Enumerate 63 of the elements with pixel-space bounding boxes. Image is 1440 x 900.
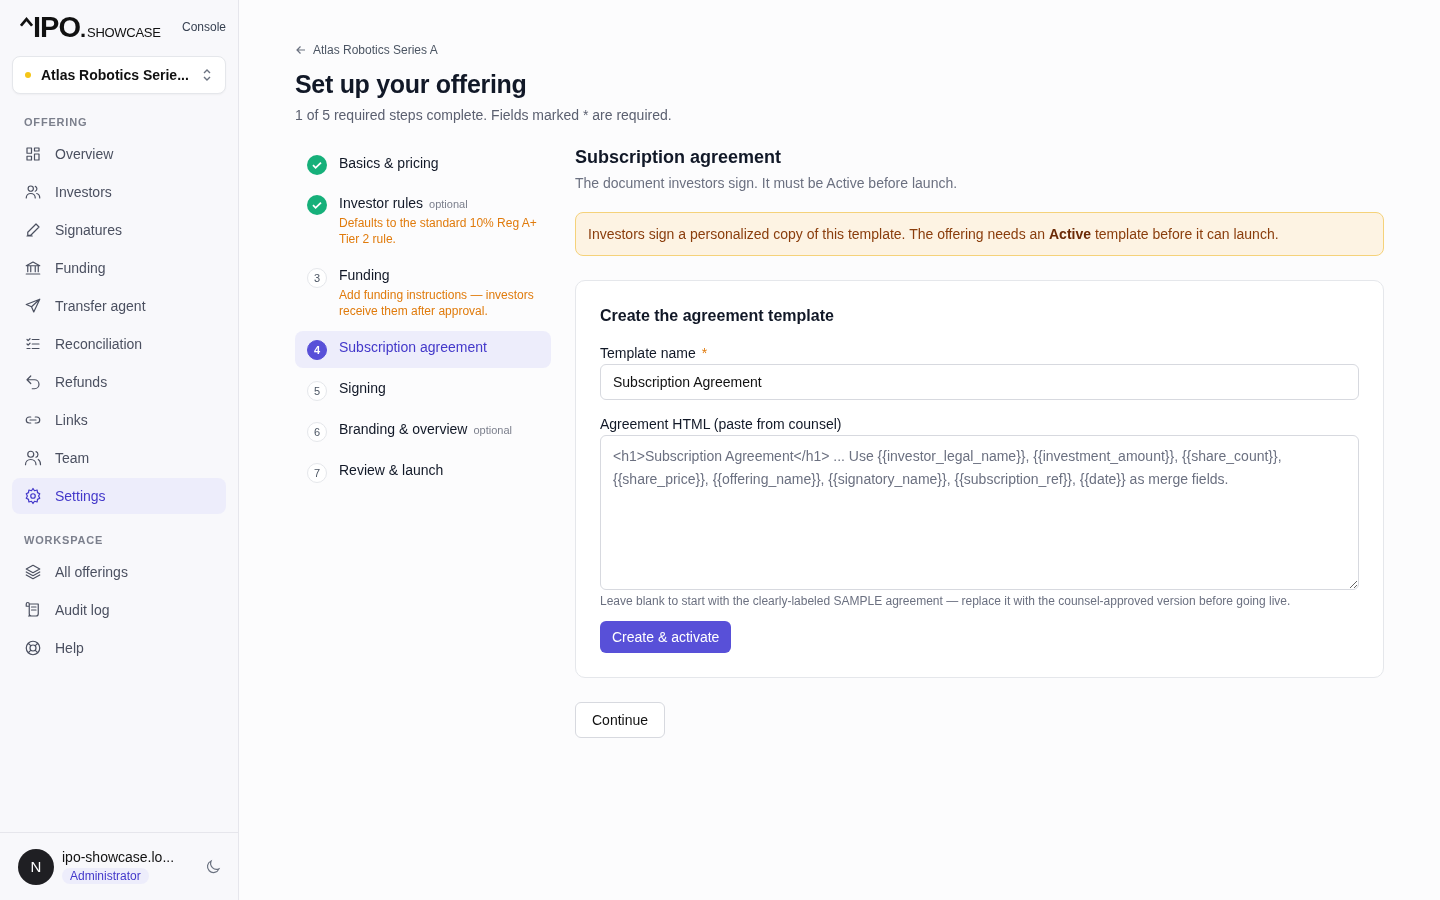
step-item[interactable]: 6 Branding & overview optional	[295, 413, 551, 450]
nav-icon	[24, 259, 42, 277]
nav-item[interactable]: Refunds	[12, 364, 226, 400]
agreement-html-field[interactable]: <h1>Subscription Agreement</h1> ... Use {{investor_legal_name}}, {{investment_amount}}, {{share_count}}, {{share_price}}, {{offering_name}}, {{signatory_name}}, {{subscription_ref}}, {{date}} as merge fields.	[600, 435, 1359, 590]
nav-item[interactable]: Help	[12, 630, 226, 666]
nav-item[interactable]: Overview	[12, 136, 226, 172]
step-number: 5	[307, 381, 327, 401]
nav-item[interactable]: Reconciliation	[12, 326, 226, 362]
caret-icon	[20, 17, 33, 27]
continue-button[interactable]: Continue	[575, 702, 666, 738]
nav-item[interactable]: Investors	[12, 174, 226, 210]
nav-item[interactable]: Team	[12, 440, 226, 476]
back-arrow-icon	[295, 44, 307, 56]
moon-icon[interactable]	[204, 857, 222, 876]
step-item[interactable]: 3 Funding Add funding instructions — investors receive them after approval.	[295, 259, 551, 327]
page-title: Set up your offering	[295, 70, 528, 99]
logo[interactable]: IPO.SHOWCASE	[20, 14, 161, 43]
field-label: Agreement HTML (paste from counsel)	[600, 416, 842, 432]
role-badge: Administrator	[62, 868, 149, 884]
back-link[interactable]: Atlas Robotics Series A	[295, 43, 438, 57]
console-label: Console	[181, 20, 226, 34]
help-text: Leave blank to start with the clearly-labeled SAMPLE agreement — replace it with the counsel-approved version before going live.	[600, 594, 1291, 608]
page-subtitle: 1 of 5 required steps complete. Fields marked * are required.	[295, 107, 673, 123]
card-title: Create the agreement template	[600, 307, 834, 325]
step-item[interactable]: 5 Signing	[295, 372, 551, 409]
nav-item[interactable]: Signatures	[12, 212, 226, 248]
nav-section-title: OFFERING	[23, 116, 89, 130]
template-name-field[interactable]: Subscription Agreement	[600, 364, 1359, 400]
step-item[interactable]: 4 Subscription agreement	[295, 331, 551, 368]
step-item[interactable]: Basics & pricing	[295, 147, 551, 183]
nav-item[interactable]: Transfer agent	[12, 288, 226, 324]
field-label: Template name	[600, 345, 696, 361]
user-email: ipo-showcase.lo...	[62, 849, 175, 865]
nav-icon	[24, 183, 42, 201]
nav-icon	[24, 487, 42, 505]
nav-icon	[24, 373, 42, 391]
step-item[interactable]: 7 Review & launch	[295, 454, 551, 491]
step-item[interactable]: Investor rules optional Defaults to the standard 10% Reg A+ Tier 2 rule.	[295, 187, 551, 255]
nav-item[interactable]: Links	[12, 402, 226, 438]
step-number: 3	[307, 268, 327, 288]
nav-icon	[24, 297, 42, 315]
nav-icon	[24, 563, 42, 581]
offering-switcher[interactable]: Atlas Robotics Serie...	[12, 56, 226, 94]
notice-banner: Investors sign a personalized copy of this template. The offering needs an Active template before it can launch.	[575, 212, 1384, 256]
avatar[interactable]: N	[18, 848, 54, 885]
nav-icon	[24, 639, 42, 657]
nav-icon	[24, 221, 42, 239]
section-description: The document investors sign. It must be Active before launch.	[575, 175, 958, 191]
nav-icon	[24, 145, 42, 163]
chevron-up-down-icon	[201, 67, 213, 83]
section-title: Subscription agreement	[575, 147, 782, 168]
nav-item[interactable]: Audit log	[12, 592, 226, 628]
nav-item[interactable]: Settings	[12, 478, 226, 514]
create-activate-button[interactable]: Create & activate	[600, 621, 732, 653]
nav-section-title: WORKSPACE	[23, 534, 105, 548]
step-number: 6	[307, 422, 327, 442]
nav-item[interactable]: Funding	[12, 250, 226, 286]
required-mark: *	[701, 345, 708, 361]
nav-item[interactable]: All offerings	[12, 554, 226, 590]
nav-icon	[24, 449, 42, 467]
step-number: 7	[307, 463, 327, 483]
nav-icon	[24, 601, 42, 619]
step-number: 4	[307, 340, 327, 360]
